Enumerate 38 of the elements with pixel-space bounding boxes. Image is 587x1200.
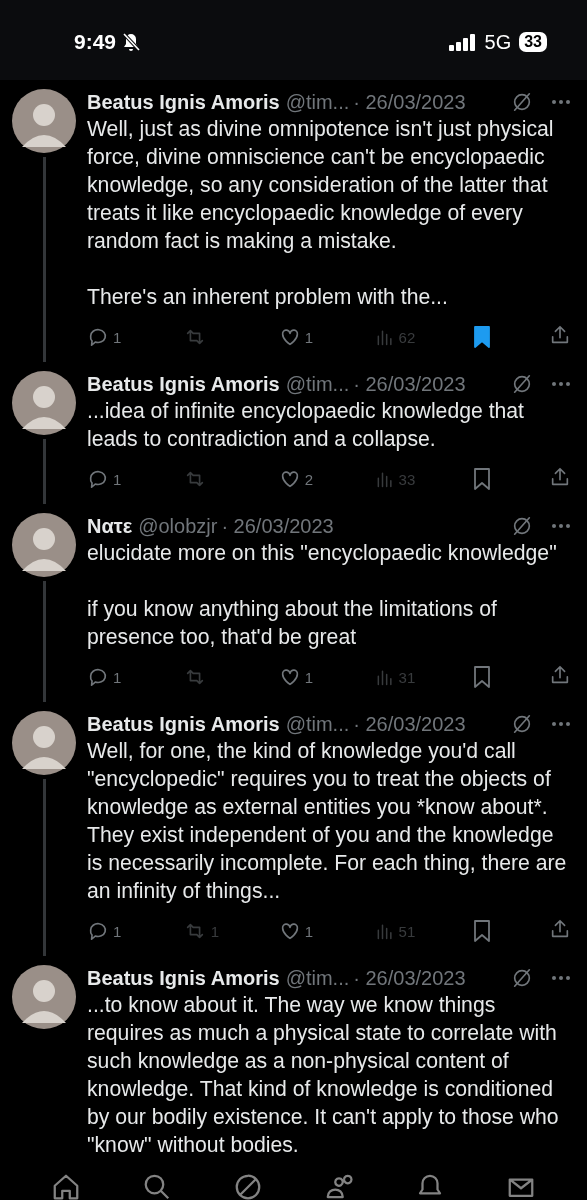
like-count: 1 — [304, 668, 314, 686]
reply-count: 1 — [113, 328, 122, 346]
post-date: · 26/03/2023 — [353, 372, 466, 396]
like-count: 2 — [304, 470, 314, 488]
author-name[interactable]: Beatus Ignis Amoris — [87, 966, 280, 990]
post-text: if you know anything about the limitations of presence too, that'd be great — [87, 596, 498, 651]
post-date: · 26/03/2023 — [221, 514, 334, 538]
post-text: ...to know about it. The way we know things requires as much a physical state to correlate with such knowledge as a non-physical content of knowledge. That kind of knowledge is conditioned by our bodily existence. It can't apply to those who "know" without bodies. — [87, 992, 560, 1158]
author-handle[interactable]: @tim... — [285, 712, 350, 736]
view-count: 33 — [398, 470, 416, 488]
reply-count: 1 — [113, 922, 122, 940]
clock: 9:49 — [74, 30, 117, 54]
post-date: · 26/03/2023 — [353, 712, 466, 736]
post-text: There's an inherent problem with the... — [87, 284, 449, 311]
author-handle[interactable]: @tim... — [285, 966, 350, 990]
author-name[interactable]: Νατε — [87, 514, 133, 538]
post-text: Well, for one, the kind of knowledge you'd call "encyclopedic" requires you to treat the objects of knowledge as external entities you *know about*. They exist independent of you and the knowledge is necessarily incomplete. For each thing, there are an infinity of things... — [87, 738, 568, 905]
battery-level: 33 — [519, 32, 547, 52]
author-handle[interactable]: @tim... — [285, 90, 350, 114]
post-text: elucidate more on this "encyclopaedic knowledge" — [87, 540, 558, 567]
view-count: 31 — [398, 668, 416, 686]
like-count: 1 — [304, 922, 314, 940]
reply-count: 1 — [113, 668, 122, 686]
post-text: Well, just as divine omnipotence isn't just physical force, divine omniscience can't be encyclopaedic knowledge, so any consideration of the latter that treats it like encyclopaedic knowledge of every random fact is making a mistake. — [87, 116, 555, 255]
author-name[interactable]: Beatus Ignis Amoris — [87, 372, 280, 396]
like-count: 1 — [304, 328, 314, 346]
author-name[interactable]: Beatus Ignis Amoris — [87, 90, 280, 114]
view-count: 51 — [398, 922, 416, 940]
post-text: ...idea of infinite encyclopaedic knowledge that leads to contradiction and a collapse. — [87, 398, 525, 453]
author-handle[interactable]: @olobzjr — [138, 514, 218, 538]
network-label: 5G — [484, 30, 512, 54]
repost-count: 1 — [210, 922, 220, 940]
author-handle[interactable]: @tim... — [285, 372, 350, 396]
post-date: · 26/03/2023 — [353, 966, 466, 990]
view-count: 62 — [398, 328, 416, 346]
author-name[interactable]: Beatus Ignis Amoris — [87, 712, 280, 736]
post-date: · 26/03/2023 — [353, 90, 466, 114]
reply-count: 1 — [113, 470, 122, 488]
